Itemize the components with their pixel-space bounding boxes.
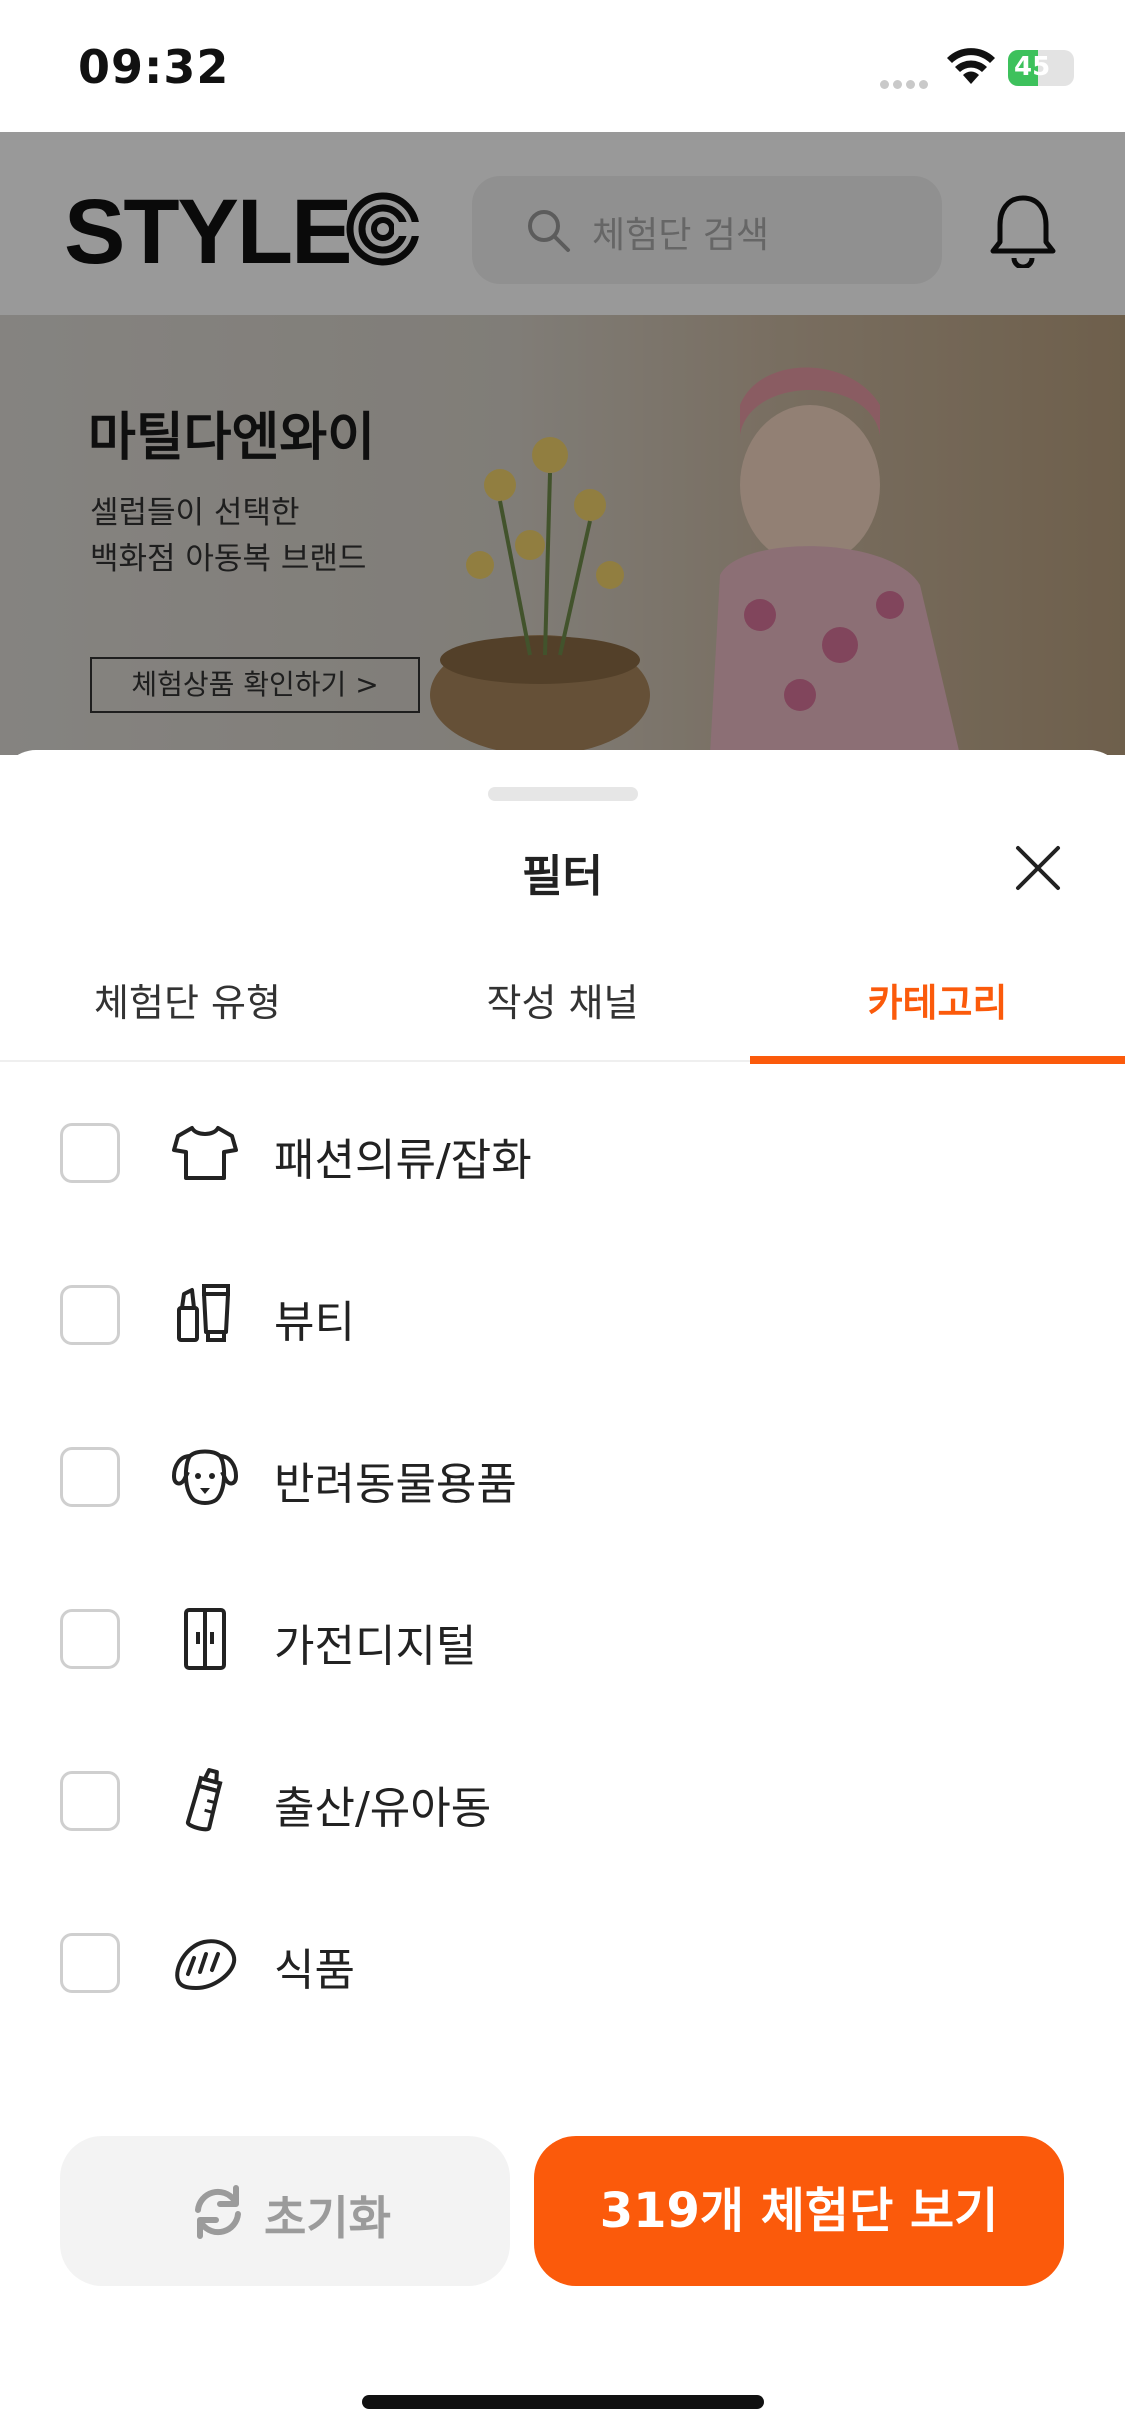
category-checkbox[interactable] [60,1933,120,1993]
status-bar: 09:32 45 [0,0,1125,132]
category-item-fashion[interactable]: 패션의류/잡화 [0,1072,1125,1234]
tab-category[interactable]: 카테고리 [750,972,1125,1027]
category-label: 패션의류/잡화 [274,1135,532,1186]
category-label: 출산/유아동 [274,1783,492,1834]
refresh-icon [195,2185,241,2239]
category-item-baby[interactable]: 출산/유아동 [0,1720,1125,1882]
battery-level: 45 [1014,52,1051,82]
category-checkbox[interactable] [60,1123,120,1183]
tab-channel[interactable]: 작성 채널 [375,972,750,1027]
bread-icon [175,1939,237,1991]
category-checkbox[interactable] [60,1285,120,1345]
reset-label: 초기화 [264,2191,391,2245]
sheet-title: 필터 [522,851,603,902]
category-label: 식품 [274,1945,355,1996]
dog-icon [172,1449,238,1505]
cellular-signal-icon [880,74,932,93]
category-checkbox[interactable] [60,1447,120,1507]
category-checkbox[interactable] [60,1609,120,1669]
cosmetics-icon [177,1284,230,1342]
category-checkbox[interactable] [60,1771,120,1831]
category-label: 반려동물용품 [274,1459,517,1510]
home-indicator[interactable] [362,2395,764,2409]
active-tab-indicator [750,1056,1125,1064]
status-time: 09:32 [78,40,230,94]
battery-icon: 45 [1008,50,1074,86]
category-label: 가전디지털 [274,1621,477,1672]
wifi-icon [947,48,995,84]
category-item-electronics[interactable]: 가전디지털 [0,1558,1125,1720]
close-icon[interactable] [1012,842,1064,894]
sheet-grabber[interactable] [488,787,638,801]
category-item-pet[interactable]: 반려동물용품 [0,1396,1125,1558]
refrigerator-icon [184,1608,226,1670]
tab-type[interactable]: 체험단 유형 [0,972,375,1027]
baby-bottle-icon [185,1768,223,1832]
reset-button[interactable]: 초기화 [60,2136,510,2286]
category-label: 뷰티 [274,1297,355,1348]
modal-backdrop[interactable] [0,132,1125,755]
filter-sheet: 필터 체험단 유형 작성 채널 카테고리 패션의류/잡화 뷰티 반려동물용품 가… [0,750,1125,2436]
tshirt-icon [172,1126,238,1180]
category-item-food[interactable]: 식품 [0,1882,1125,2044]
apply-filter-button[interactable]: 319개 체험단 보기 [534,2136,1064,2286]
category-item-beauty[interactable]: 뷰티 [0,1234,1125,1396]
